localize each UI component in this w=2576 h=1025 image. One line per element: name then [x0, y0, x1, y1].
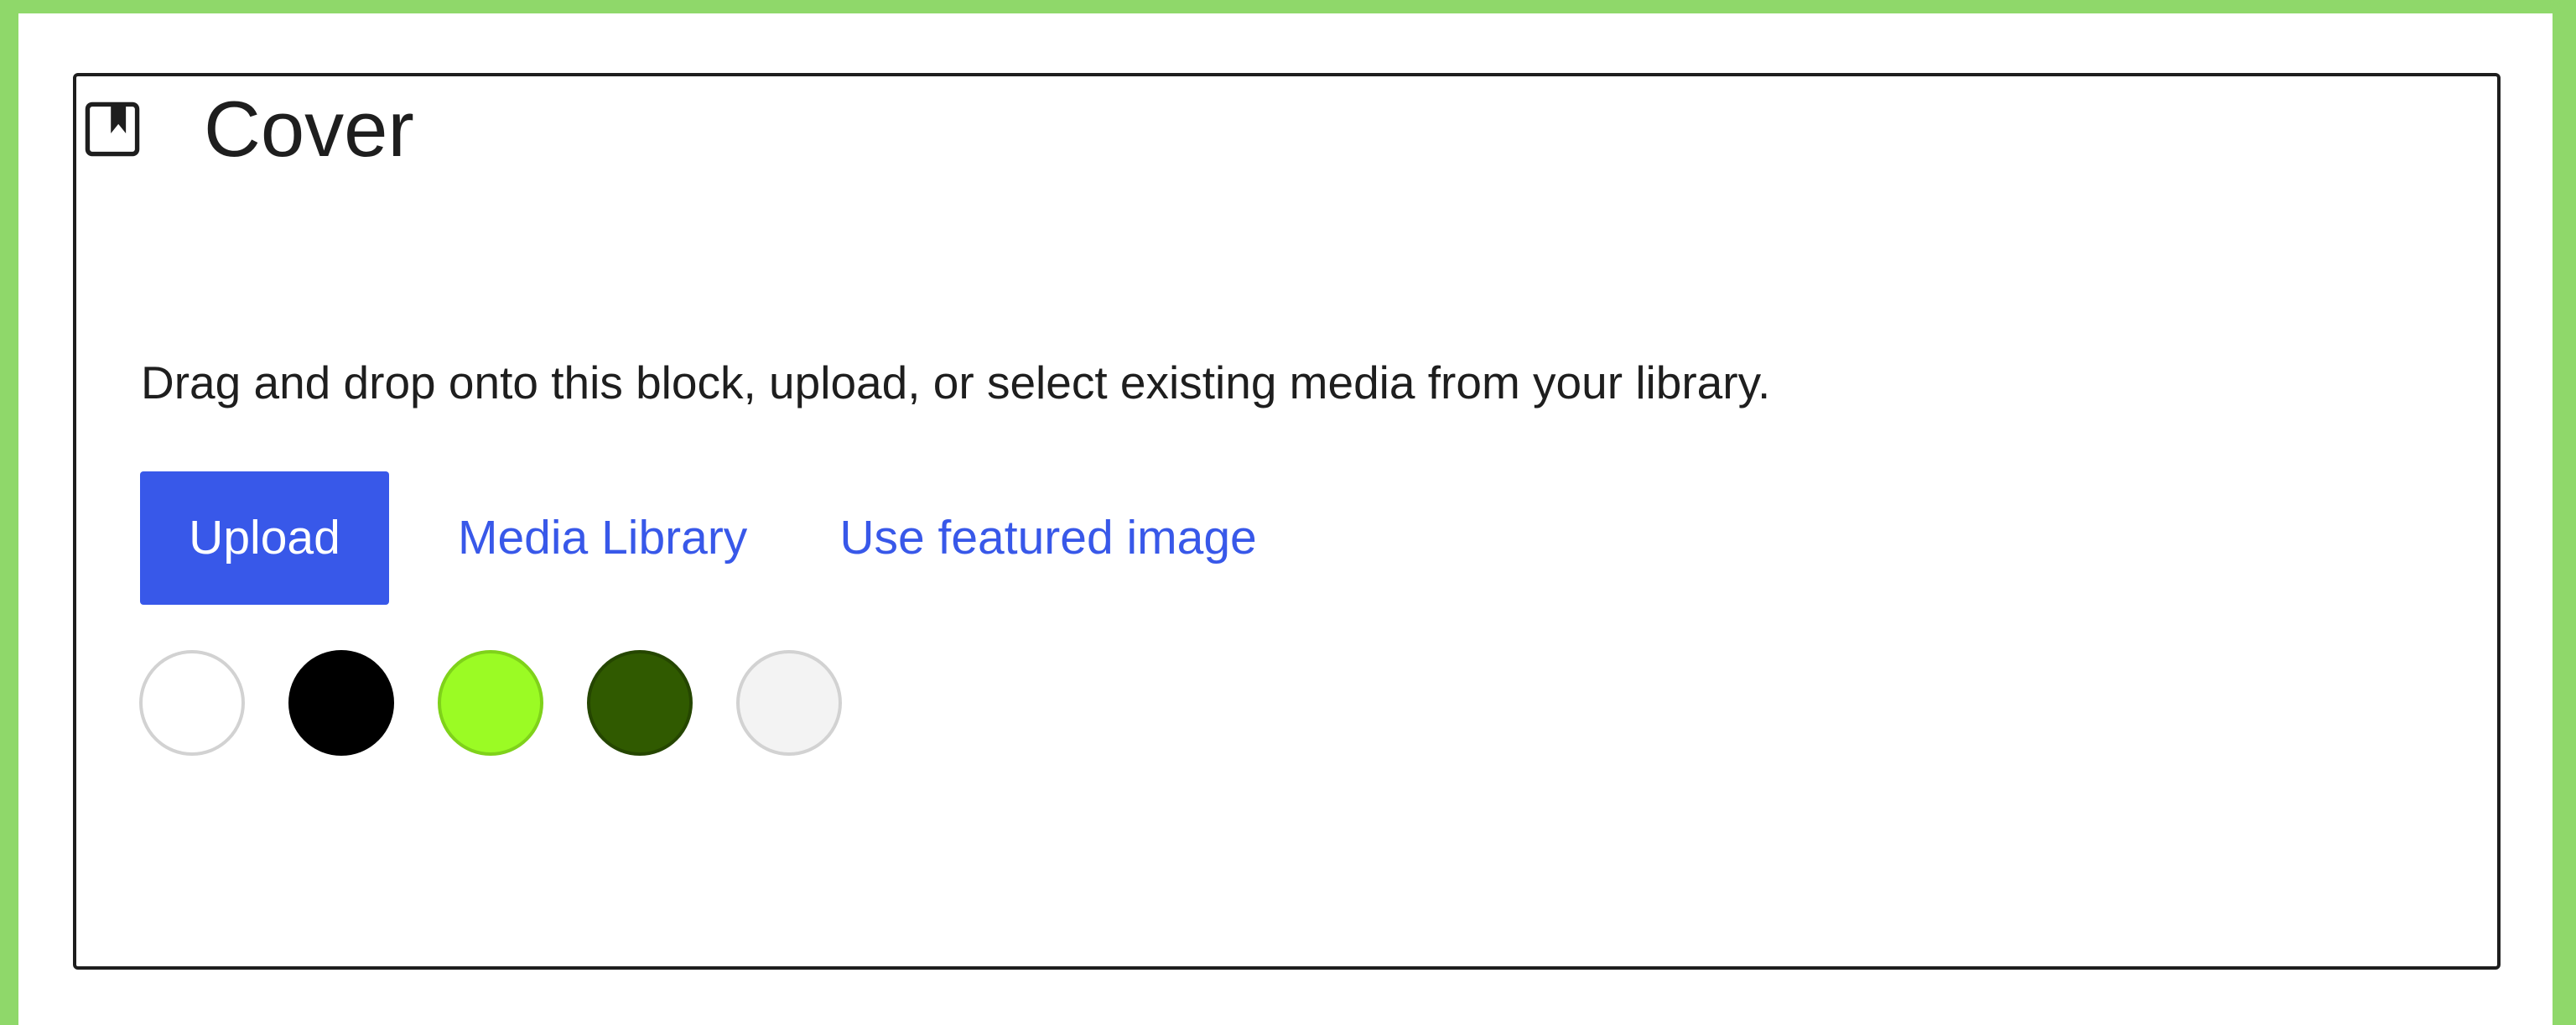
color-swatch-lime-green[interactable] [438, 650, 543, 756]
use-featured-image-button[interactable]: Use featured image [839, 471, 1256, 605]
media-actions: Upload Media Library Use featured image [140, 471, 1257, 605]
upload-button[interactable]: Upload [140, 471, 389, 605]
block-title: Cover [204, 85, 414, 173]
cover-block-icon [74, 91, 151, 168]
block-header: Cover [74, 85, 414, 173]
color-swatch-light-gray[interactable] [736, 650, 842, 756]
media-library-button[interactable]: Media Library [458, 471, 747, 605]
block-instructions: Drag and drop onto this block, upload, o… [141, 356, 1771, 408]
color-swatch-dark-green[interactable] [587, 650, 693, 756]
color-swatches [139, 650, 842, 756]
color-swatch-white[interactable] [139, 650, 245, 756]
color-swatch-black[interactable] [288, 650, 394, 756]
